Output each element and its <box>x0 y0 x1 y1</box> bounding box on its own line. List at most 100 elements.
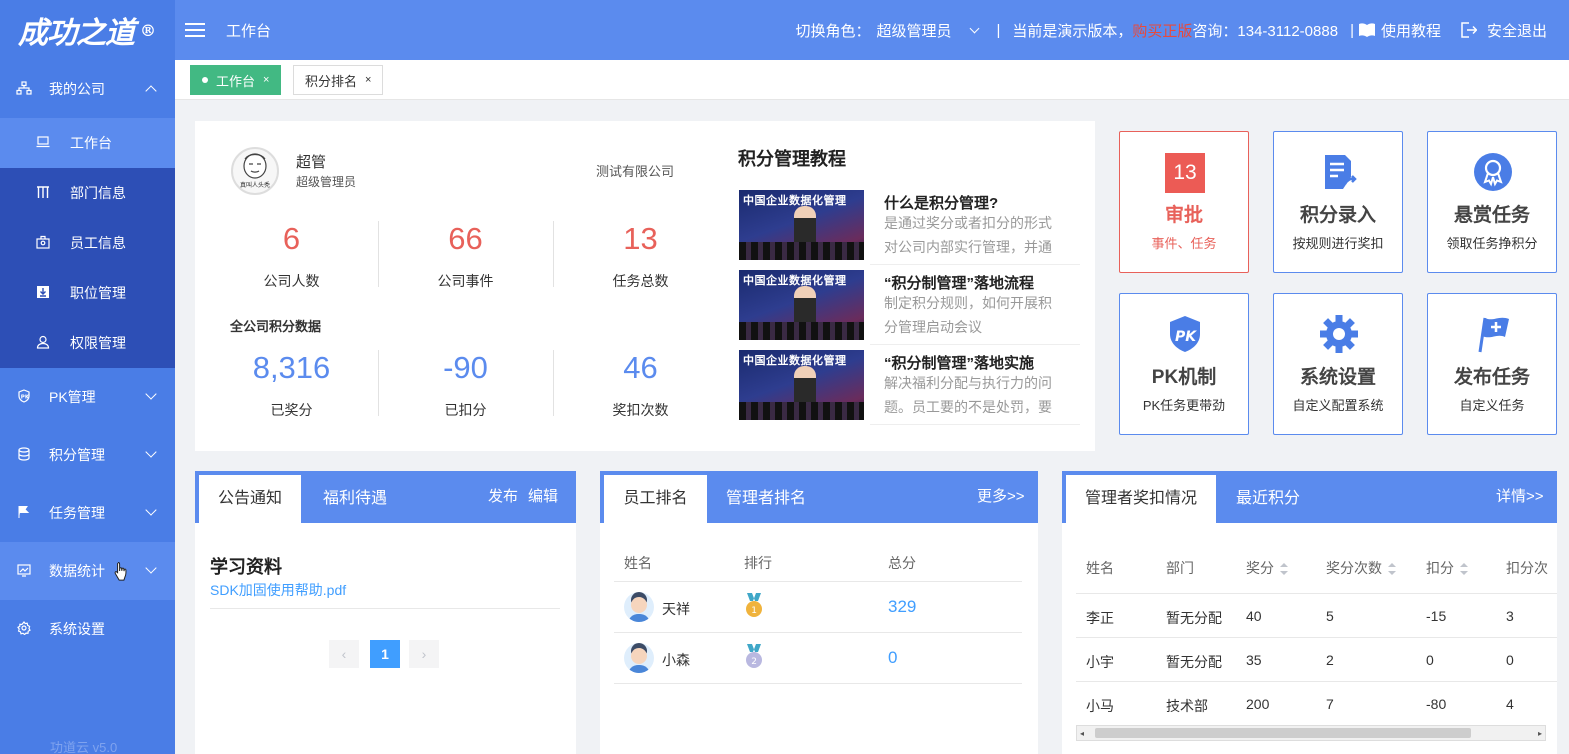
nav-group-settings[interactable]: 系统设置 <box>0 600 175 658</box>
tab-manager-rewards[interactable]: 管理者奖扣情况 <box>1066 475 1216 523</box>
scroll-right-arrow[interactable]: ▸ <box>1538 729 1542 738</box>
tile-subtitle: 事件、任务 <box>1151 236 1217 251</box>
employee-avatar <box>624 592 654 622</box>
table-cell: -15 <box>1426 608 1447 624</box>
tile-approval[interactable]: 13 审批 事件、任务 <box>1119 131 1249 273</box>
close-icon[interactable]: × <box>365 74 371 86</box>
table-cell: 小马 <box>1086 698 1114 714</box>
details-link[interactable]: 详情>> <box>1496 471 1544 523</box>
table-cell: 3 <box>1506 608 1514 624</box>
more-link[interactable]: 更多>> <box>977 471 1025 523</box>
notice-file-link[interactable]: SDK加固使用帮助.pdf <box>210 580 346 600</box>
nav-group-points[interactable]: 积分管理 <box>0 426 175 484</box>
buy-link[interactable]: 购买正版 <box>1132 20 1192 41</box>
pk-icon: PK <box>16 388 32 406</box>
top-header: 工作台 切换角色： 超级管理员 | 当前是演示版本， 购买正版 咨询：134-3… <box>175 0 1569 60</box>
tutorial-thumbnail[interactable]: 中国企业数据化管理 <box>739 350 864 420</box>
user-icon <box>36 335 50 352</box>
points-label: 已奖分 <box>270 402 313 418</box>
nav-group-statistics[interactable]: 数据统计 <box>0 542 175 600</box>
tab-workbench[interactable]: 工作台 × <box>190 65 282 95</box>
nav-group-label: PK管理 <box>49 389 96 405</box>
sidebar-item-label: 职位管理 <box>70 285 126 301</box>
tile-pk[interactable]: PK PK机制 PK任务更带劲 <box>1119 293 1249 435</box>
gear-icon <box>1319 314 1359 354</box>
tile-publish-task[interactable]: 发布任务 自定义任务 <box>1427 293 1557 435</box>
sortable-column-header[interactable]: 奖分次数 <box>1326 558 1396 578</box>
tutorial-item-desc: 制定积分规则，如何开展积 分管理启动会议 <box>884 295 1052 335</box>
nav-group-my-company[interactable]: 我的公司 <box>0 60 175 118</box>
stat-label: 任务总数 <box>612 273 669 289</box>
avatar[interactable]: 真叫人头秃 <box>231 147 279 195</box>
tutorial-item-title[interactable]: “积分制管理”落地流程 <box>884 272 1034 293</box>
divider <box>614 683 1022 684</box>
table-cell: 4 <box>1506 696 1514 712</box>
chevron-up-icon <box>145 85 157 97</box>
tab-recent-points[interactable]: 最近积分 <box>1222 475 1314 523</box>
page-number-button[interactable]: 1 <box>370 640 400 668</box>
next-page-button[interactable]: › <box>409 640 439 668</box>
scrollbar-thumb[interactable] <box>1095 728 1471 738</box>
registered-mark: ® <box>140 20 156 40</box>
logout-button[interactable]: 安全退出 <box>1459 20 1547 41</box>
tutorial-item-desc: 是通过奖分或者扣分的形式 对公司内部实行管理，并通 <box>884 215 1052 255</box>
nav-group-tasks[interactable]: 任务管理 <box>0 484 175 542</box>
notice-title[interactable]: 学习资料 <box>210 553 282 579</box>
tile-points-entry[interactable]: 积分录入 按规则进行奖扣 <box>1273 131 1403 273</box>
sidebar-item-workbench[interactable]: 工作台 <box>0 118 175 168</box>
tab-employee-ranking[interactable]: 员工排名 <box>604 475 707 523</box>
subnav-my-company: 工作台 部门信息 员工信息 职位管理 权限管理 <box>0 118 175 368</box>
close-icon[interactable]: × <box>263 74 269 86</box>
org-icon <box>16 80 32 98</box>
publish-button[interactable]: 发布 <box>488 471 518 523</box>
points-label: 已扣分 <box>444 402 487 418</box>
tab-label: 工作台 <box>216 73 256 89</box>
divider <box>870 344 1080 345</box>
tile-subtitle: 按规则进行奖扣 <box>1292 236 1384 251</box>
stat-value: 66 <box>448 221 483 256</box>
sidebar-item-employees[interactable]: 员工信息 <box>0 218 175 268</box>
divider <box>614 632 1022 633</box>
role-select[interactable]: 超级管理员 <box>876 20 984 41</box>
brand-logo[interactable]: 成功之道 ® <box>0 0 175 60</box>
sortable-column-header[interactable]: 奖分 <box>1246 558 1288 578</box>
tile-bounty-task[interactable]: 悬赏任务 领取任务挣积分 <box>1427 131 1557 273</box>
sidebar-item-label: 权限管理 <box>70 335 126 351</box>
stat-label: 公司事件 <box>437 273 494 289</box>
tab-points-ranking[interactable]: 积分排名 × <box>293 65 384 95</box>
sidebar-item-departments[interactable]: 部门信息 <box>0 168 175 218</box>
table-cell: 7 <box>1326 696 1334 712</box>
tab-manager-ranking[interactable]: 管理者排名 <box>713 475 819 523</box>
nav-group-pk[interactable]: PK PK管理 <box>0 368 175 426</box>
prev-page-button[interactable]: ‹ <box>329 640 359 668</box>
scroll-left-arrow[interactable]: ◂ <box>1080 729 1084 738</box>
divider <box>870 424 1080 425</box>
tile-title: 积分录入 <box>1299 205 1376 226</box>
sort-icon <box>1280 563 1288 576</box>
tile-system-settings[interactable]: 系统设置 自定义配置系统 <box>1273 293 1403 435</box>
tutorial-thumbnail[interactable]: 中国企业数据化管理 <box>739 190 864 260</box>
header-right: 切换角色： 超级管理员 | 当前是演示版本， 购买正版 咨询：134-3112-… <box>795 0 1547 60</box>
tutorial-item-title[interactable]: “积分制管理”落地实施 <box>884 352 1034 373</box>
nav-group-label: 积分管理 <box>49 447 105 463</box>
column-header: 排行 <box>744 555 772 571</box>
table-cell: 暂无分配 <box>1166 610 1222 626</box>
tab-notice[interactable]: 公告通知 <box>199 475 301 523</box>
menu-toggle-icon[interactable] <box>185 19 205 41</box>
employee-name: 小森 <box>662 652 690 668</box>
tutorial-thumbnail[interactable]: 中国企业数据化管理 <box>739 270 864 340</box>
edit-button[interactable]: 编辑 <box>528 471 558 523</box>
divider <box>1076 593 1557 594</box>
sidebar-item-positions[interactable]: 职位管理 <box>0 268 175 318</box>
sidebar-item-permissions[interactable]: 权限管理 <box>0 318 175 368</box>
table-cell: 2 <box>1326 652 1334 668</box>
column-header: 扣分次 <box>1506 560 1548 576</box>
laptop-icon <box>36 135 50 151</box>
tutorial-item-title[interactable]: 什么是积分管理? <box>884 192 998 213</box>
sortable-column-header[interactable]: 扣分 <box>1426 558 1468 578</box>
tab-welfare[interactable]: 福利待遇 <box>305 475 405 523</box>
divider <box>1076 681 1557 682</box>
tutorial-button[interactable]: 使用教程 <box>1358 20 1441 41</box>
horizontal-scrollbar[interactable]: ◂ ▸ <box>1076 725 1546 741</box>
medal-rank: 2 <box>751 657 757 667</box>
